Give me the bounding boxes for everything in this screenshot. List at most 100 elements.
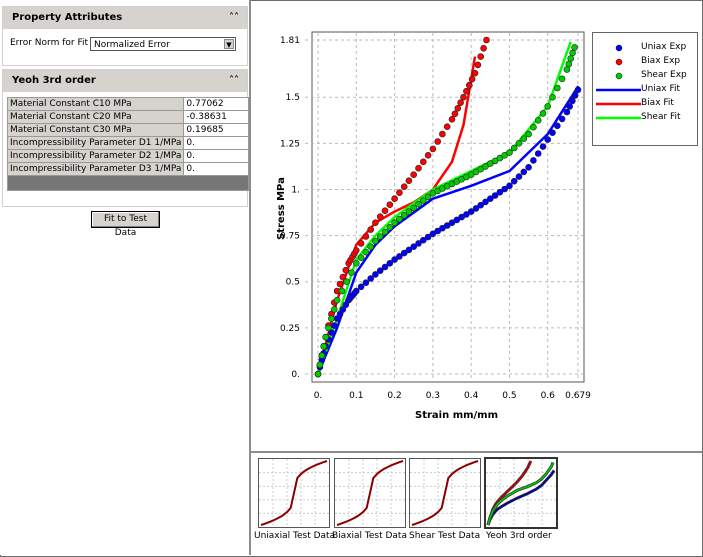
x-tick-label: 0.679: [565, 391, 591, 401]
x-tick-label: 0.: [314, 391, 323, 401]
data-point-biax-exp: [465, 81, 473, 89]
data-point-uniax-exp: [566, 103, 574, 110]
data-point-shear-exp: [367, 243, 375, 250]
data-point-shear-exp: [549, 93, 556, 101]
data-point-uniax-exp: [520, 168, 528, 176]
thumb-curve: [260, 460, 328, 526]
data-point-biax-exp: [336, 280, 344, 288]
data-point-biax-exp: [410, 171, 418, 178]
data-point-shear-exp: [343, 278, 351, 286]
data-point-biax-exp: [451, 110, 459, 118]
data-point-biax-exp: [419, 158, 427, 166]
data-point-uniax-exp: [330, 322, 338, 329]
data-point-biax-exp: [460, 93, 467, 101]
data-point-uniax-exp: [558, 115, 566, 123]
thumb-curve: [487, 462, 554, 526]
data-point-biax-exp: [396, 189, 403, 196]
thumbnail-plot: [410, 459, 480, 527]
data-point-shear-exp: [316, 361, 324, 369]
legend-item-shear-fit: Shear Fit: [593, 112, 697, 125]
plot-frame: [311, 31, 585, 383]
data-point-biax-exp: [342, 266, 350, 274]
data-point-shear-exp: [381, 228, 389, 236]
data-point-shear-exp: [539, 110, 547, 117]
legend-item-biax-fit: Biax Fit: [593, 98, 697, 111]
data-point-biax-exp: [391, 195, 398, 202]
data-point-shear-exp: [333, 296, 341, 304]
thumb-curve-outline: [486, 460, 533, 526]
data-point-shear-exp: [386, 224, 394, 231]
legend-label: Shear Fit: [641, 112, 681, 122]
legend-marker-green: [615, 72, 623, 80]
x-axis-label: Strain mm/mm: [415, 410, 498, 421]
legend-item-uniax-fit: Uniax Fit: [593, 84, 697, 97]
data-point-shear-exp: [376, 233, 384, 240]
data-point-shear-exp: [569, 49, 576, 57]
data-point-biax-exp: [352, 247, 360, 254]
data-point-uniax-exp: [553, 122, 561, 130]
legend-item-biax-exp: Biax Exp: [593, 56, 697, 69]
data-point-uniax-exp: [506, 182, 513, 190]
data-point-biax-exp: [424, 152, 432, 159]
x-tick-label: 0.6: [541, 391, 556, 401]
y-tick-label: 0.: [291, 370, 300, 380]
data-point-shear-exp: [534, 117, 542, 124]
legend-item-uniax-exp: Uniax Exp: [593, 42, 697, 55]
legend-label: Biax Exp: [641, 56, 681, 66]
data-point-biax-exp: [429, 145, 437, 153]
data-point-shear-exp: [320, 342, 328, 350]
data-point-biax-exp: [439, 130, 446, 138]
data-point-shear-exp: [558, 75, 566, 83]
data-point-shear-exp: [567, 55, 575, 62]
data-point-biax-exp: [405, 177, 413, 184]
data-point-biax-exp: [357, 240, 365, 247]
thumbnail-label[interactable]: Uniaxial Test Data: [254, 531, 335, 541]
data-point-biax-exp: [386, 201, 394, 208]
data-point-shear-exp: [328, 315, 335, 322]
data-point-biax-exp: [457, 99, 464, 106]
data-point-uniax-exp: [544, 136, 552, 143]
data-point-shear-exp: [318, 352, 326, 359]
thumbnail-uniaxial[interactable]: [258, 458, 330, 528]
data-point-biax-exp: [372, 219, 379, 226]
data-point-shear-exp: [348, 269, 355, 276]
thumbnail-shear[interactable]: [409, 458, 481, 528]
x-tick-label: 0.1: [349, 391, 363, 401]
data-point-uniax-exp: [534, 150, 542, 157]
data-point-biax-exp: [483, 36, 490, 44]
thumbnail-label[interactable]: Shear Test Data: [409, 531, 480, 541]
data-point-uniax-exp: [352, 287, 360, 295]
data-point-biax-exp: [474, 61, 482, 69]
data-point-biax-exp: [463, 87, 470, 95]
legend-label: Uniax Exp: [641, 42, 687, 52]
data-point-shear-exp: [506, 149, 513, 156]
thumbnail-biaxial[interactable]: [334, 458, 406, 528]
data-point-biax-exp: [362, 233, 370, 240]
data-point-biax-exp: [477, 53, 485, 60]
y-tick-label: 1.5: [286, 93, 300, 103]
data-point-shear-exp: [330, 306, 338, 313]
data-point-shear-exp: [571, 44, 578, 51]
y-tick-label: 1.: [291, 185, 300, 195]
data-point-shear-exp: [357, 254, 365, 262]
legend-marker-blue: [615, 44, 623, 52]
data-point-biax-exp: [443, 123, 451, 130]
x-tick-label: 0.4: [464, 391, 479, 401]
data-point-shear-exp: [520, 135, 528, 142]
data-point-shear-exp: [352, 259, 360, 267]
thumbnail-plot: [335, 459, 405, 527]
legend-marker-red: [615, 58, 623, 66]
thumbnail-yeoh[interactable]: [484, 457, 558, 529]
y-tick-label: 0.5: [286, 278, 300, 288]
data-point-uniax-exp: [357, 283, 365, 291]
thumbnail-label[interactable]: Biaxial Test Data: [332, 531, 407, 541]
data-point-uniax-exp: [525, 164, 532, 171]
thumbnail-plot: [259, 459, 329, 527]
panel-separator: [251, 451, 702, 453]
data-point-shear-exp: [553, 84, 561, 92]
thumb-curve: [411, 460, 479, 526]
data-point-uniax-exp: [574, 86, 582, 94]
data-point-biax-exp: [367, 226, 375, 233]
data-point-biax-exp: [468, 75, 476, 83]
thumbnail-label[interactable]: Yeoh 3rd order: [486, 531, 552, 541]
